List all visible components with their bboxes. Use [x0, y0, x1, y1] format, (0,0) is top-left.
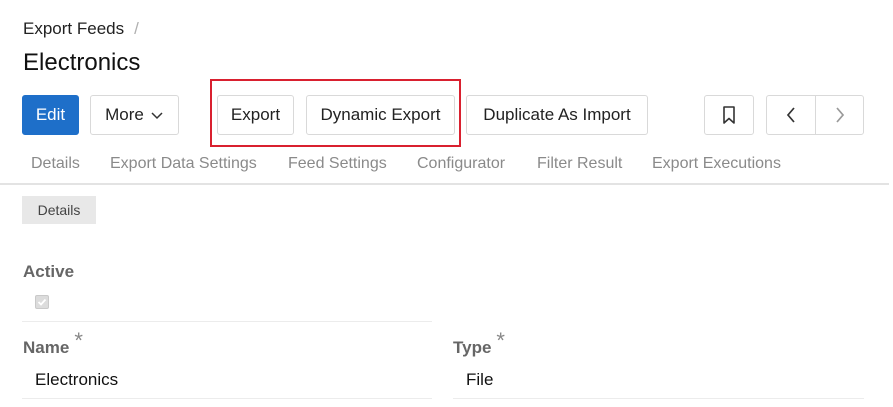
bookmark-button[interactable] [704, 95, 754, 135]
checkmark-icon [37, 298, 47, 306]
divider [22, 321, 432, 322]
breadcrumb-separator: / [134, 19, 139, 38]
tab-details[interactable]: Details [31, 155, 80, 173]
page-title: Electronics [23, 49, 141, 76]
required-asterisk: * [74, 328, 83, 353]
breadcrumb: Export Feeds / [23, 19, 139, 39]
type-label-text: Type [453, 338, 492, 357]
edit-button-label: Edit [35, 105, 66, 124]
tab-feed-settings[interactable]: Feed Settings [288, 155, 387, 173]
breadcrumb-link-export-feeds[interactable]: Export Feeds [23, 19, 124, 39]
name-label-text: Name [23, 338, 70, 357]
tab-configurator[interactable]: Configurator [417, 155, 505, 173]
previous-record-button[interactable] [766, 95, 816, 135]
tab-export-data-settings[interactable]: Export Data Settings [110, 155, 257, 173]
chevron-right-icon [835, 107, 844, 123]
name-value: Electronics [35, 370, 119, 389]
edit-button[interactable]: Edit [22, 95, 79, 135]
type-field-label: Type * [453, 330, 505, 358]
duplicate-as-import-button[interactable]: Duplicate As Import [466, 95, 648, 135]
next-record-button[interactable] [815, 95, 864, 135]
divider [453, 398, 864, 399]
active-field-label: Active [23, 262, 74, 282]
type-value: File [466, 370, 494, 389]
active-label-text: Active [23, 262, 75, 281]
tab-bar: Details Export Data Settings Feed Settin… [0, 146, 889, 185]
more-button[interactable]: More [90, 95, 179, 135]
divider [22, 398, 432, 399]
tab-export-executions[interactable]: Export Executions [652, 155, 781, 173]
tab-filter-result[interactable]: Filter Result [537, 155, 622, 173]
chevron-down-icon [151, 112, 163, 120]
more-button-label: More [105, 105, 144, 124]
name-field-label: Name * [23, 330, 83, 358]
bookmark-icon [723, 106, 735, 124]
section-badge-details: Details [22, 196, 96, 224]
duplicate-as-import-button-label: Duplicate As Import [483, 105, 631, 124]
highlight-box [210, 79, 461, 147]
required-asterisk: * [496, 328, 505, 353]
chevron-left-icon [786, 107, 795, 123]
active-checkbox[interactable] [35, 295, 49, 309]
